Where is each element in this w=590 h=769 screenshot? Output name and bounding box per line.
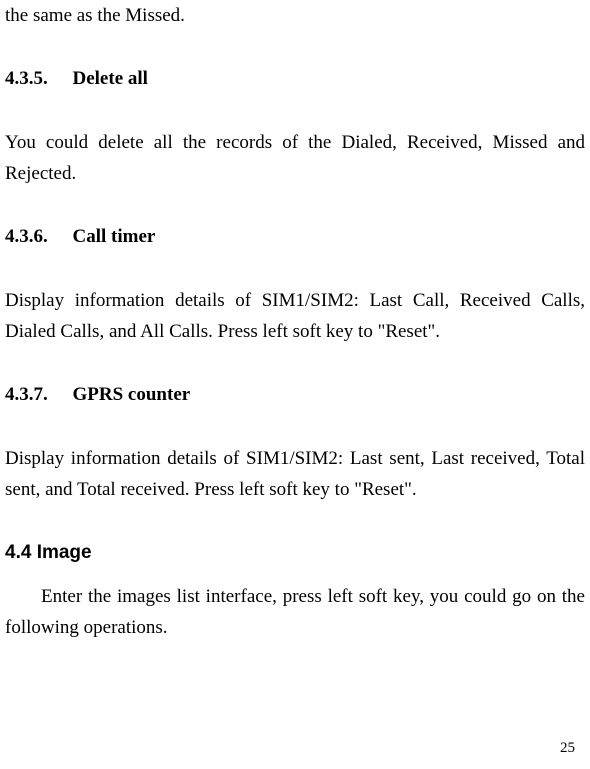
heading-number: 4.3.5. (5, 63, 48, 94)
heading-435: 4.3.5. Delete all (5, 63, 585, 94)
page-content: the same as the Missed. 4.3.5. Delete al… (5, 0, 585, 643)
body-437: Display information details of SIM1/SIM2… (5, 443, 585, 506)
body-44: Enter the images list interface, press l… (5, 581, 585, 644)
heading-number: 4.3.7. (5, 379, 48, 410)
heading-44: 4.4 Image (5, 537, 585, 568)
heading-title: Delete all (73, 68, 148, 89)
heading-title: Call timer (73, 226, 156, 247)
heading-number: 4.3.6. (5, 221, 48, 252)
heading-title: GPRS counter (73, 384, 191, 405)
body-435: You could delete all the records of the … (5, 127, 585, 190)
body-436: Display information details of SIM1/SIM2… (5, 285, 585, 348)
fragment-top-text: the same as the Missed. (5, 0, 585, 31)
heading-437: 4.3.7. GPRS counter (5, 379, 585, 410)
heading-436: 4.3.6. Call timer (5, 221, 585, 252)
page-number: 25 (560, 740, 575, 757)
